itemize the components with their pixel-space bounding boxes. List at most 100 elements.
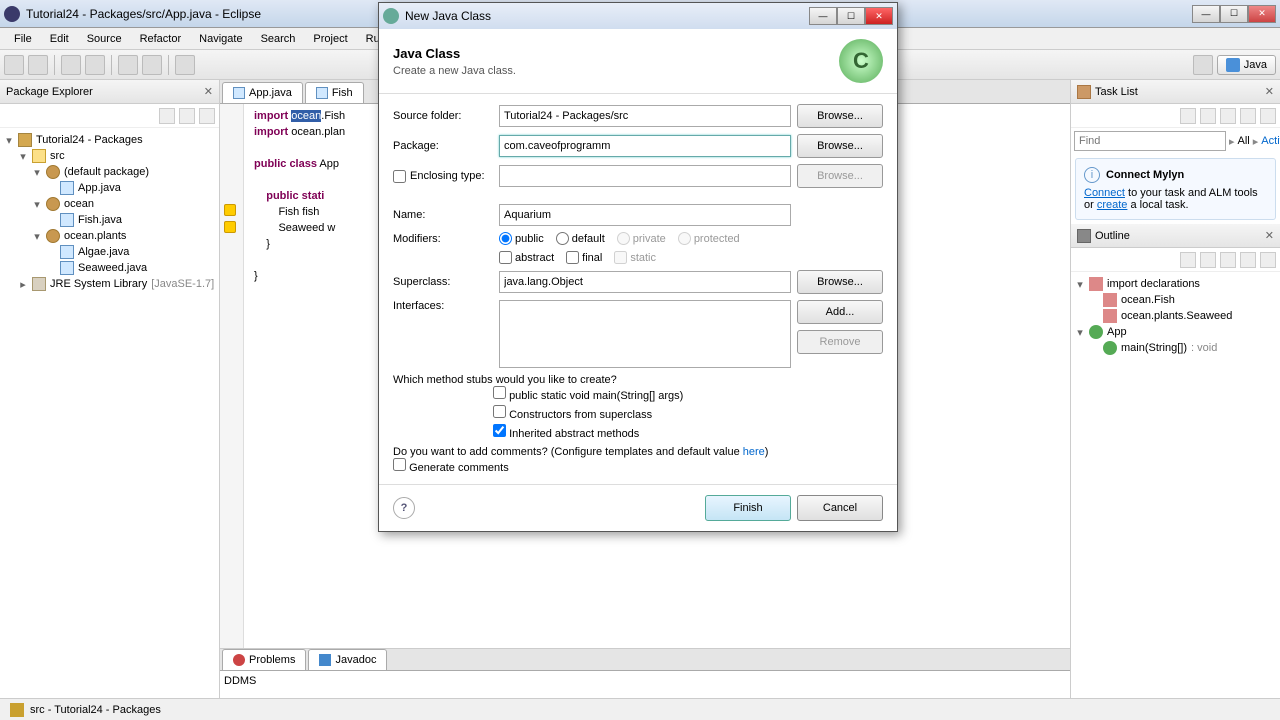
here-link[interactable]: here [743,446,765,458]
outline-icon [1077,229,1091,243]
outline-tool-icon[interactable] [1240,252,1256,268]
tab-problems[interactable]: Problems [222,649,306,670]
add-interface-button[interactable]: Add... [797,300,883,324]
dialog-minimize-button[interactable]: — [809,7,837,25]
constructors-checkbox[interactable] [493,405,506,418]
right-sidebar: Task List ✕ ▸ All ▸ Activate... [1070,80,1280,698]
interfaces-list[interactable] [499,300,791,368]
outline-tool-icon[interactable] [1220,252,1236,268]
package-input[interactable] [499,135,791,157]
editor-gutter [220,104,244,648]
ddms-label: DDMS [220,671,1070,691]
tree-plants-package[interactable]: ▾ ocean.plants [4,228,215,244]
task-tool-icon[interactable] [1240,108,1256,124]
task-list-title: Task List [1095,86,1138,98]
package-explorer-title: Package Explorer [6,86,93,98]
task-tool-icon[interactable] [1260,108,1276,124]
enclosing-type-checkbox[interactable] [393,170,406,183]
task-tool-icon[interactable] [1200,108,1216,124]
browse-superclass-button[interactable]: Browse... [797,270,883,294]
class-icon[interactable] [142,55,162,75]
superclass-input[interactable] [499,271,791,293]
connect-link[interactable]: Connect [1084,187,1125,199]
finish-button[interactable]: Finish [705,495,791,521]
tree-default-package[interactable]: ▾ (default package) [4,164,215,180]
close-icon[interactable]: ✕ [204,85,213,98]
close-button[interactable]: ✕ [1248,5,1276,23]
outline-tool-icon[interactable] [1180,252,1196,268]
main-stub-checkbox[interactable] [493,386,506,399]
final-checkbox[interactable] [566,251,579,264]
dialog-close-button[interactable]: ✕ [865,7,893,25]
tab-javadoc[interactable]: Javadoc [308,649,387,670]
menu-source[interactable]: Source [79,31,130,47]
eclipse-icon [4,6,20,22]
bottom-panel: Problems Javadoc DDMS [220,648,1070,698]
find-input[interactable] [1074,131,1226,151]
enclosing-type-label: Enclosing type: [410,170,485,182]
outline-import-seaweed[interactable]: ocean.plants.Seaweed [1075,308,1276,324]
browse-package-button[interactable]: Browse... [797,134,883,158]
menu-file[interactable]: File [6,31,40,47]
editor-tab-fish[interactable]: Fish [305,82,364,103]
enclosing-type-input [499,165,791,187]
tree-fish-java[interactable]: Fish.java [4,212,215,228]
folder-icon [10,703,24,717]
tree-app-java[interactable]: App.java [4,180,215,196]
browse-source-button[interactable]: Browse... [797,104,883,128]
generate-comments-checkbox[interactable] [393,458,406,471]
dialog-header-title: Java Class [393,46,839,61]
link-icon[interactable] [179,108,195,124]
java-perspective-button[interactable]: Java [1217,55,1276,75]
minimize-button[interactable]: — [1192,5,1220,23]
outline-class-app[interactable]: ▾ App [1075,324,1276,340]
outline-method-main[interactable]: main(String[]) : void [1075,340,1276,356]
cancel-button[interactable]: Cancel [797,495,883,521]
collapse-icon[interactable] [159,108,175,124]
editor-tab-app[interactable]: App.java [222,82,303,103]
menu-refactor[interactable]: Refactor [132,31,190,47]
java-file-icon [316,87,328,99]
tree-seaweed-java[interactable]: Seaweed.java [4,260,215,276]
outline-tool-icon[interactable] [1200,252,1216,268]
open-perspective-icon[interactable] [1193,55,1213,75]
name-input[interactable] [499,204,791,226]
tree-jre[interactable]: ▸ JRE System Library [JavaSE-1.7] [4,276,215,292]
search-icon[interactable] [175,55,195,75]
close-icon[interactable]: ✕ [1265,229,1274,242]
tree-src[interactable]: ▾ src [4,148,215,164]
create-link[interactable]: create [1097,199,1128,211]
new-icon[interactable] [4,55,24,75]
tree-project[interactable]: ▾ Tutorial24 - Packages [4,132,215,148]
debug-icon[interactable] [61,55,81,75]
help-icon[interactable]: ? [393,497,415,519]
tree-ocean-package[interactable]: ▾ ocean [4,196,215,212]
task-tool-icon[interactable] [1220,108,1236,124]
class-wizard-icon: C [839,39,883,83]
outline-tool-icon[interactable] [1260,252,1276,268]
source-folder-input[interactable] [499,105,791,127]
menu-project[interactable]: Project [305,31,355,47]
menu-edit[interactable]: Edit [42,31,77,47]
outline-import-fish[interactable]: ocean.Fish [1075,292,1276,308]
package-icon[interactable] [118,55,138,75]
default-radio[interactable] [556,232,569,245]
dialog-maximize-button[interactable]: ☐ [837,7,865,25]
menu-icon[interactable] [199,108,215,124]
new-java-class-dialog: New Java Class — ☐ ✕ Java Class Create a… [378,2,898,532]
abstract-checkbox[interactable] [499,251,512,264]
task-tool-icon[interactable] [1180,108,1196,124]
activate-link[interactable]: Activate... [1261,135,1280,147]
outline-imports[interactable]: ▾ import declarations [1075,276,1276,292]
run-icon[interactable] [85,55,105,75]
menu-navigate[interactable]: Navigate [191,31,250,47]
tree-algae-java[interactable]: Algae.java [4,244,215,260]
close-icon[interactable]: ✕ [1265,85,1274,98]
menu-search[interactable]: Search [253,31,304,47]
save-icon[interactable] [28,55,48,75]
all-filter[interactable]: All [1238,135,1250,147]
dialog-titlebar[interactable]: New Java Class — ☐ ✕ [379,3,897,29]
inherited-checkbox[interactable] [493,424,506,437]
public-radio[interactable] [499,232,512,245]
maximize-button[interactable]: ☐ [1220,5,1248,23]
